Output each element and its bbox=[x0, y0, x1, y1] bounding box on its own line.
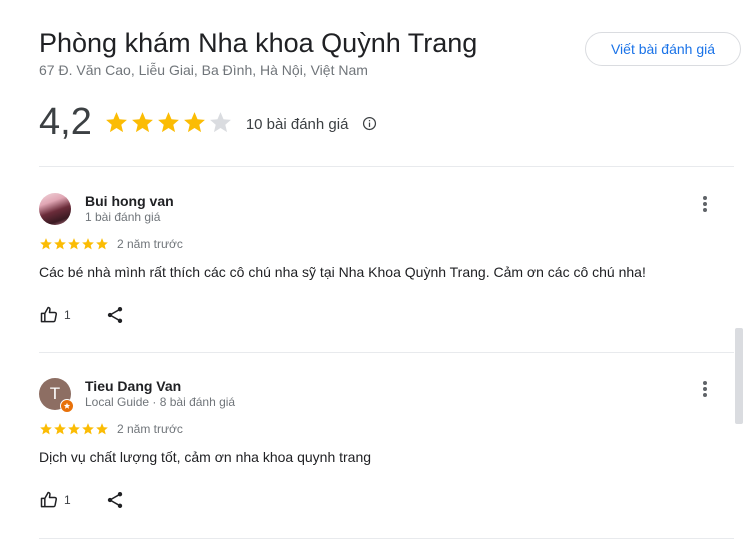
like-button[interactable]: 1 bbox=[39, 490, 71, 510]
rating-summary: 4,2 10 bài đánh giá bbox=[39, 100, 377, 144]
thumbs-up-icon bbox=[40, 491, 58, 508]
review-date: 2 năm trước bbox=[117, 422, 183, 436]
star-filled-icon bbox=[131, 111, 153, 132]
avatar-letter: T bbox=[49, 384, 61, 403]
review-actions: 1 bbox=[39, 490, 125, 510]
star-filled-icon bbox=[157, 111, 179, 132]
write-review-button[interactable]: Viết bài đánh giá bbox=[585, 32, 741, 66]
info-icon[interactable] bbox=[362, 116, 377, 131]
star-empty-icon bbox=[209, 111, 231, 132]
star-filled-icon bbox=[68, 423, 80, 435]
thumbs-up-icon bbox=[40, 306, 58, 323]
star-filled-icon bbox=[40, 423, 52, 435]
place-title: Phòng khám Nha khoa Quỳnh Trang bbox=[39, 28, 478, 58]
like-count: 1 bbox=[64, 308, 71, 322]
star-filled-icon bbox=[68, 238, 80, 250]
review-card: Bui hong van 1 bài đánh giá 2 năm trước … bbox=[39, 193, 734, 343]
star-filled-icon bbox=[183, 111, 205, 132]
reviewer-name[interactable]: Bui hong van bbox=[85, 193, 174, 209]
star-filled-icon bbox=[40, 238, 52, 250]
review-actions: 1 bbox=[39, 305, 125, 325]
reviewer-name[interactable]: Tieu Dang Van bbox=[85, 378, 181, 394]
review-rating: 2 năm trước bbox=[39, 422, 183, 436]
divider bbox=[39, 166, 734, 167]
more-options-icon[interactable] bbox=[696, 193, 714, 215]
star-filled-icon bbox=[96, 238, 108, 250]
star-filled-icon bbox=[96, 423, 108, 435]
reviewer-avatar[interactable]: T bbox=[39, 378, 74, 413]
divider bbox=[39, 538, 734, 539]
like-button[interactable]: 1 bbox=[39, 305, 71, 325]
star-filled-icon bbox=[82, 423, 94, 435]
share-icon[interactable] bbox=[105, 305, 125, 325]
local-guide-badge-icon bbox=[60, 399, 74, 413]
reviewer-avatar[interactable] bbox=[39, 193, 71, 225]
star-filled-icon bbox=[54, 238, 66, 250]
place-header: Phòng khám Nha khoa Quỳnh Trang 67 Đ. Vă… bbox=[39, 26, 477, 78]
star-filled-icon bbox=[82, 238, 94, 250]
scrollbar-thumb[interactable] bbox=[735, 328, 743, 424]
review-text: Các bé nhà mình rất thích các cô chú nha… bbox=[39, 264, 646, 280]
more-options-icon[interactable] bbox=[696, 378, 714, 400]
review-date: 2 năm trước bbox=[117, 237, 183, 251]
share-icon[interactable] bbox=[105, 490, 125, 510]
divider bbox=[39, 352, 734, 353]
rating-stars bbox=[104, 110, 234, 135]
reviewer-meta: Local Guide · 8 bài đánh giá bbox=[85, 395, 236, 409]
average-rating: 4,2 bbox=[39, 101, 92, 143]
star-filled-icon bbox=[105, 111, 127, 132]
reviewer-meta: 1 bài đánh giá bbox=[85, 210, 161, 224]
review-card: T Tieu Dang Van Local Guide · 8 bài đánh… bbox=[39, 378, 734, 528]
review-text: Dịch vụ chất lượng tốt, cảm ơn nha khoa … bbox=[39, 449, 372, 465]
review-rating: 2 năm trước bbox=[39, 237, 183, 251]
review-count: 10 bài đánh giá bbox=[245, 115, 349, 133]
like-count: 1 bbox=[64, 493, 71, 507]
star-filled-icon bbox=[54, 423, 66, 435]
place-address: 67 Đ. Văn Cao, Liễu Giai, Ba Đình, Hà Nộ… bbox=[39, 62, 368, 78]
